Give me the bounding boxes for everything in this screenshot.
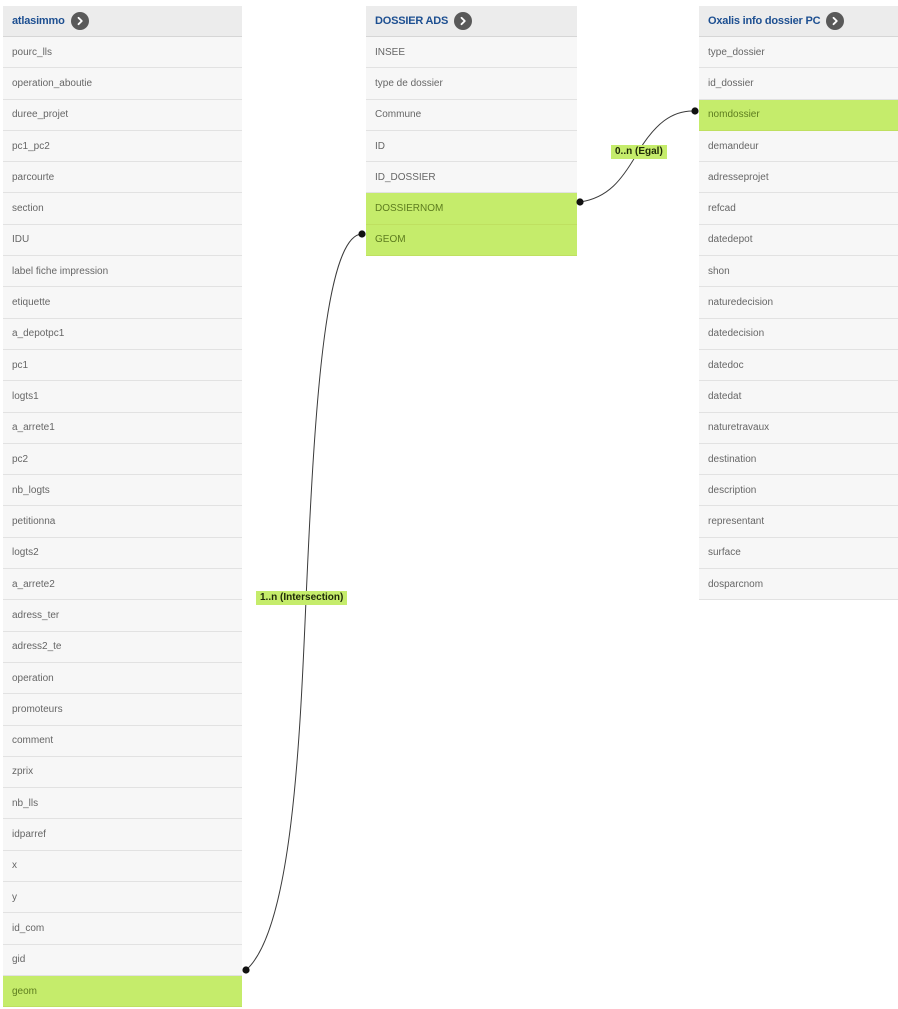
relation-endpoint xyxy=(691,107,699,115)
relation-endpoint xyxy=(242,966,250,974)
relation-endpoint xyxy=(358,230,366,238)
relation-links xyxy=(242,107,699,974)
relation-label-egal: 0..n (Egal) xyxy=(611,145,667,159)
relation-endpoint xyxy=(576,198,584,206)
relation-label-intersection: 1..n (Intersection) xyxy=(256,591,348,605)
